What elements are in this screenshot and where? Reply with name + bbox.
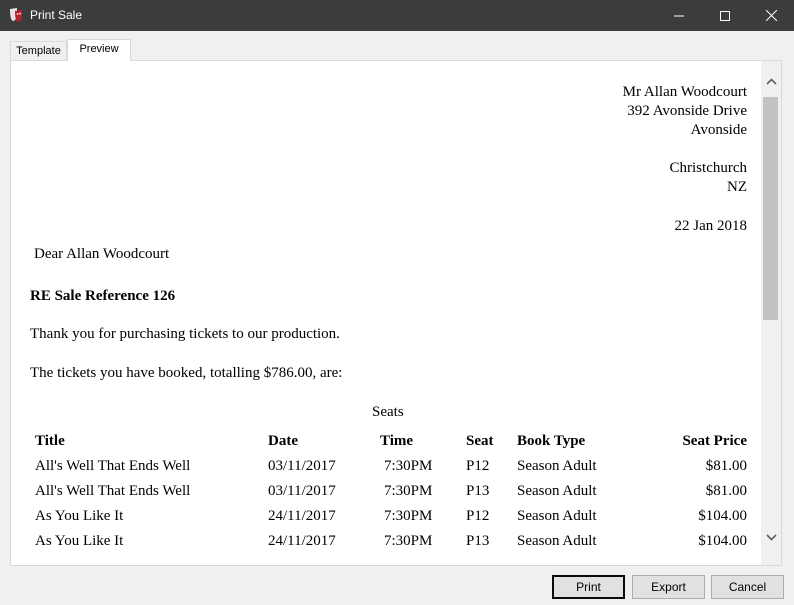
maximize-button[interactable] [702,0,748,31]
table-caption: Seats [372,404,404,420]
address-line: Christchurch [669,160,747,176]
cell-price: $104.00 [698,533,747,549]
thanks-text: Thank you for purchasing tickets to our … [30,326,340,342]
letter-preview: Mr Allan Woodcourt 392 Avonside Drive Av… [11,61,761,565]
cell-seat: P13 [466,483,490,499]
cell-price: $81.00 [705,458,747,474]
cell-price: $81.00 [705,483,747,499]
cell-title: As You Like It [35,533,124,549]
column-header: Date [268,433,298,449]
address-line: 392 Avonside Drive [627,103,747,119]
summary-text: The tickets you have booked, totalling $… [30,365,343,381]
tab-strip: Template Preview [10,39,782,61]
vertical-scrollbar[interactable] [761,61,781,565]
table-row: As You Like It 24/11/2017 7:30PM P12 Sea… [31,504,747,529]
table-header-row: Title Date Time Seat Book Type Seat Pric… [31,429,747,454]
cell-title: All's Well That Ends Well [35,458,191,474]
cell-time: 7:30PM [384,508,433,524]
cell-book-type: Season Adult [517,483,597,499]
cell-date: 03/11/2017 [268,483,336,499]
table-row: All's Well That Ends Well 03/11/2017 7:3… [31,454,747,479]
maximize-icon [720,10,730,21]
column-header: Title [35,433,65,449]
tab-preview[interactable]: Preview [67,39,131,61]
sale-reference: RE Sale Reference 126 [30,288,176,304]
title-bar: Print Sale [0,0,794,31]
column-header: Time [380,433,414,449]
column-header: Seat Price [682,433,747,449]
theatre-masks-icon [10,8,22,22]
cell-time: 7:30PM [384,458,433,474]
column-header: Book Type [517,433,586,449]
cell-price: $104.00 [698,508,747,524]
cell-title: All's Well That Ends Well [35,483,191,499]
recipient-address: Mr Allan Woodcourt 392 Avonside Drive Av… [623,83,747,197]
cell-book-type: Season Adult [517,458,597,474]
chevron-down-icon [765,533,777,541]
seats-table: Title Date Time Seat Book Type Seat Pric… [31,429,747,554]
tab-template[interactable]: Template [10,41,67,60]
cell-title: As You Like It [35,508,124,524]
cell-date: 24/11/2017 [268,533,336,549]
cell-seat: P12 [466,508,490,524]
chevron-up-icon [765,77,777,85]
close-button[interactable] [748,0,794,31]
cell-time: 7:30PM [384,483,433,499]
preview-panel: Mr Allan Woodcourt 392 Avonside Drive Av… [10,60,782,566]
scroll-up-button[interactable] [761,71,781,91]
greeting: Dear Allan Woodcourt [34,246,170,262]
export-button[interactable]: Export [632,575,705,599]
column-header: Seat [466,433,494,449]
letter-date: 22 Jan 2018 [674,218,748,234]
cell-time: 7:30PM [384,533,433,549]
table-row: As You Like It 24/11/2017 7:30PM P13 Sea… [31,529,747,554]
cell-seat: P12 [466,458,490,474]
address-line: Avonside [690,122,747,138]
scroll-down-button[interactable] [761,527,781,547]
close-icon [765,10,777,21]
minimize-icon [674,15,684,16]
address-line: NZ [727,179,747,195]
cell-date: 24/11/2017 [268,508,336,524]
cell-seat: P13 [466,533,490,549]
minimize-button[interactable] [656,0,702,31]
scrollbar-thumb[interactable] [763,97,778,320]
window-title: Print Sale [30,8,83,22]
cell-book-type: Season Adult [517,508,597,524]
address-line: Mr Allan Woodcourt [622,84,747,100]
address-line [623,140,747,159]
print-button[interactable]: Print [552,575,625,599]
cancel-button[interactable]: Cancel [711,575,784,599]
cell-date: 03/11/2017 [268,458,336,474]
table-row: All's Well That Ends Well 03/11/2017 7:3… [31,479,747,504]
cell-book-type: Season Adult [517,533,597,549]
